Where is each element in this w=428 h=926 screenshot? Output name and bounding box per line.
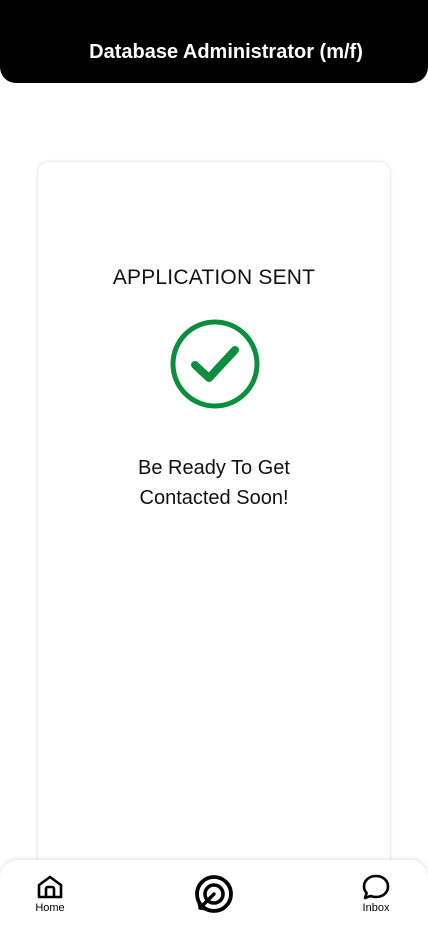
nav-home-label: Home bbox=[35, 902, 65, 914]
nav-inbox-button[interactable]: Inbox bbox=[346, 874, 406, 915]
bottom-navigation: Home Inbox bbox=[0, 860, 428, 926]
status-message: Be Ready To Get Contacted Soon! bbox=[78, 453, 350, 513]
nav-inbox-label: Inbox bbox=[362, 902, 390, 914]
application-status-card: APPLICATION SENT Be Ready To Get Contact… bbox=[37, 161, 391, 921]
check-circle-icon bbox=[170, 319, 260, 409]
nav-home-button[interactable]: Home bbox=[20, 874, 80, 915]
chat-bubble-icon bbox=[362, 874, 390, 900]
status-message-line-2: Contacted Soon! bbox=[139, 487, 289, 509]
target-icon bbox=[195, 875, 233, 913]
page-title: Database Administrator (m/f) bbox=[89, 41, 363, 63]
status-message-line-1: Be Ready To Get bbox=[138, 457, 290, 479]
app-header: Database Administrator (m/f) bbox=[0, 0, 428, 83]
home-icon bbox=[37, 875, 63, 899]
nav-target-button[interactable] bbox=[193, 873, 235, 915]
status-title: APPLICATION SENT bbox=[112, 266, 316, 289]
